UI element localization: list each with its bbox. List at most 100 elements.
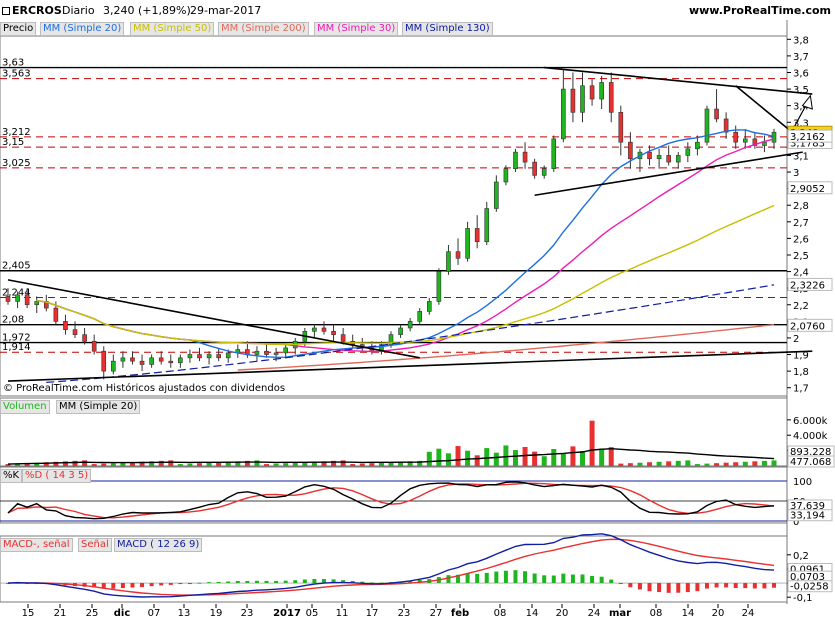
candle-body[interactable] [714, 108, 719, 120]
macd-histogram-bar[interactable] [207, 582, 212, 584]
volume-bar[interactable] [493, 452, 499, 466]
candle-body[interactable] [742, 138, 748, 143]
macd-histogram-bar[interactable] [561, 573, 566, 584]
macd-histogram-bar[interactable] [618, 583, 623, 585]
volume-bar[interactable] [484, 448, 490, 466]
candle-body[interactable] [216, 354, 221, 359]
volume-bar[interactable] [177, 464, 183, 466]
volume-bar[interactable] [101, 463, 107, 466]
macd-histogram-bar[interactable] [551, 575, 556, 584]
volume-bar[interactable] [187, 463, 193, 466]
macd-histogram-bar[interactable] [714, 583, 719, 588]
candle-body[interactable] [178, 357, 183, 364]
candle-body[interactable] [273, 352, 279, 355]
volume-bar[interactable] [197, 463, 202, 466]
candle-body[interactable] [733, 131, 739, 143]
macd-histogram-bar[interactable] [513, 570, 518, 584]
candle-body[interactable] [618, 112, 624, 143]
volume-bar[interactable] [512, 450, 518, 466]
macd-histogram-bar[interactable] [494, 571, 499, 584]
volume-ma-label[interactable]: MM (Simple 20) [56, 400, 141, 414]
volume-bar[interactable] [714, 463, 720, 466]
macd-histogram-bar[interactable] [465, 573, 470, 584]
volume-bar[interactable] [675, 460, 681, 466]
candle-body[interactable] [72, 329, 78, 335]
volume-bar[interactable] [647, 462, 653, 466]
macd-histogram-bar[interactable] [657, 583, 662, 593]
candle-body[interactable] [426, 301, 432, 312]
volume-bar[interactable] [254, 460, 260, 466]
candle-body[interactable] [283, 347, 288, 354]
stoch-d-label[interactable]: %D ( 14 3 5) [22, 469, 92, 483]
candle-body[interactable] [111, 360, 116, 372]
volume-bar[interactable] [474, 455, 480, 466]
volume-bar[interactable] [72, 460, 78, 466]
macd-label-c[interactable]: MACD ( 12 26 9) [114, 538, 203, 552]
macd-histogram-bar[interactable] [130, 583, 135, 588]
candle-body[interactable] [24, 294, 30, 306]
volume-bar[interactable] [733, 462, 739, 466]
candle-body[interactable] [465, 228, 470, 259]
macd-histogram-bar[interactable] [159, 583, 164, 586]
macd-histogram-bar[interactable] [446, 575, 451, 584]
candle-body[interactable] [5, 296, 11, 302]
volume-bar[interactable] [761, 460, 767, 466]
volume-bar[interactable] [532, 451, 538, 466]
candle-body[interactable] [484, 208, 490, 243]
candle-body[interactable] [264, 350, 269, 355]
macd-histogram-bar[interactable] [503, 570, 508, 584]
macd-histogram-bar[interactable] [695, 583, 700, 592]
macd-histogram-bar[interactable] [226, 581, 231, 584]
macd-histogram-bar[interactable] [532, 573, 537, 584]
macd-histogram-bar[interactable] [743, 583, 748, 589]
candle-body[interactable] [149, 357, 154, 365]
candle-body[interactable] [771, 131, 777, 143]
volume-bar[interactable] [580, 451, 585, 466]
macd-histogram-bar[interactable] [676, 583, 681, 593]
macd-histogram-bar[interactable] [149, 583, 154, 587]
macd-histogram-bar[interactable] [647, 583, 652, 592]
macd-histogram-bar[interactable] [484, 572, 489, 584]
volume-bar[interactable] [82, 460, 88, 466]
volume-bar[interactable] [666, 461, 672, 466]
stoch-k-label[interactable]: %K [0, 469, 23, 483]
candle-body[interactable] [570, 88, 576, 113]
candle-body[interactable] [417, 311, 423, 322]
legend-precio[interactable]: Precio [0, 22, 37, 36]
macd-histogram-bar[interactable] [254, 580, 259, 584]
volume-bar[interactable] [551, 449, 557, 466]
volume-bar[interactable] [599, 448, 605, 466]
candle-body[interactable] [695, 141, 700, 150]
candle-body[interactable] [532, 161, 537, 176]
volume-bar[interactable] [340, 460, 346, 466]
macd-histogram-bar[interactable] [523, 571, 528, 584]
volume-bar[interactable] [273, 463, 279, 466]
volume-bar[interactable] [608, 447, 614, 466]
candle-body[interactable] [589, 85, 595, 100]
macd-histogram-bar[interactable] [264, 580, 269, 584]
macd-histogram-bar[interactable] [772, 583, 776, 588]
candle-body[interactable] [312, 327, 317, 332]
candle-body[interactable] [446, 251, 451, 272]
volume-bar[interactable] [359, 463, 365, 466]
candle-body[interactable] [647, 151, 652, 160]
candle-body[interactable] [158, 357, 164, 362]
candle-body[interactable] [503, 168, 509, 183]
candle-body[interactable] [704, 108, 710, 143]
macd-histogram-bar[interactable] [752, 583, 757, 589]
candle-body[interactable] [580, 85, 585, 113]
volume-bar[interactable] [445, 453, 451, 466]
candle-body[interactable] [494, 181, 499, 209]
macd-histogram-bar[interactable] [216, 581, 221, 584]
volume-bar[interactable] [436, 448, 442, 466]
candle-body[interactable] [455, 251, 461, 259]
volume-bar[interactable] [378, 462, 384, 466]
candle-body[interactable] [206, 354, 212, 359]
volume-bar[interactable] [694, 464, 700, 466]
candle-body[interactable] [34, 301, 40, 306]
candle-body[interactable] [398, 327, 403, 335]
macd-histogram-bar[interactable] [283, 580, 288, 584]
macd-histogram-bar[interactable] [637, 583, 642, 590]
macd-histogram-bar[interactable] [685, 583, 690, 593]
macd-histogram-bar[interactable] [475, 573, 480, 584]
